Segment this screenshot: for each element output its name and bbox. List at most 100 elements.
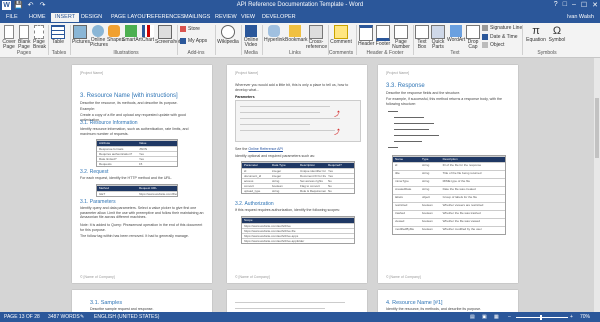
- web-layout-icon[interactable]: ▦: [494, 314, 499, 320]
- read-mode-icon[interactable]: ▤: [470, 314, 475, 320]
- parameters-screenshot: ⤴ ⤴: [235, 100, 361, 142]
- page-break-button[interactable]: Page Break: [33, 25, 46, 50]
- tab-home[interactable]: HOME: [25, 13, 50, 22]
- reference-link[interactable]: Online Reference API: [248, 147, 283, 151]
- tab-insert[interactable]: INSERT: [51, 13, 80, 22]
- table-row: modifiedByMe boolean Whether modified by t…: [393, 226, 505, 234]
- text-box-button[interactable]: Text Box: [415, 25, 429, 50]
- paragraph: The follow tag within has been removed. …: [80, 234, 189, 238]
- document-area[interactable]: [Project Name] 3. Resource Name [with in…: [0, 58, 594, 312]
- header-button[interactable]: Header: [358, 25, 374, 47]
- online-pictures-button[interactable]: Online Pictures: [90, 25, 108, 48]
- equation-icon: π: [532, 25, 540, 37]
- table-button[interactable]: Table: [51, 25, 65, 45]
- drop-cap-button[interactable]: Drop Cap: [466, 25, 480, 50]
- page[interactable]: 4. Resource Name [#1] Identify the resou…: [378, 290, 518, 312]
- page[interactable]: 3.1. Samples Describe sample request and…: [72, 290, 212, 312]
- cross-reference-button[interactable]: Cross-reference: [306, 25, 327, 50]
- pictures-button[interactable]: Pictures: [72, 25, 90, 45]
- zoom-level[interactable]: 70%: [580, 314, 590, 320]
- minimize-icon[interactable]: –: [572, 1, 576, 9]
- paragraph: Describe sample request and response.: [90, 307, 154, 311]
- arrow-icon: ⤴: [334, 112, 341, 118]
- object-button[interactable]: Object: [482, 42, 504, 48]
- separator: [262, 25, 263, 55]
- equation-button[interactable]: π Equation: [526, 25, 546, 43]
- zoom-slider[interactable]: [516, 317, 568, 318]
- zoom-slider-thumb[interactable]: [540, 315, 542, 320]
- heading: 3.1. Resource Information: [80, 120, 138, 126]
- table-row: document_id integer Document ID for the Yes: [242, 173, 354, 178]
- online-video-button[interactable]: Online Video: [243, 25, 259, 48]
- page-number-button[interactable]: Page Number: [392, 25, 410, 50]
- wordart-button[interactable]: WordArt: [447, 25, 465, 43]
- tab-file[interactable]: FILE: [2, 13, 22, 22]
- my-apps-button[interactable]: My Apps: [180, 38, 207, 44]
- online-pictures-icon: [92, 25, 104, 37]
- page-count[interactable]: PAGE 13 OF 28: [4, 314, 40, 320]
- cover-page-button[interactable]: Cover Page: [2, 25, 16, 50]
- table-header-row: Parameter Data Type Description Required?: [242, 162, 354, 168]
- tab-developer[interactable]: DEVELOPER: [258, 13, 300, 22]
- comment-button[interactable]: Comment: [330, 25, 352, 45]
- object-icon: [482, 42, 488, 48]
- table-row: upload_type string Role & Requirement No: [242, 188, 354, 193]
- table-row: Rate limited? Yes: [97, 156, 177, 161]
- cross-reference-icon: [309, 25, 323, 39]
- text-box-icon: [415, 25, 429, 39]
- table-header-row: Attribute Value: [97, 140, 177, 146]
- zoom-out-icon[interactable]: –: [508, 314, 511, 320]
- store-icon: [180, 26, 186, 32]
- smartart-button[interactable]: SmartArt: [122, 25, 142, 43]
- paragraph: For each request, identify the HTTP meth…: [80, 176, 173, 180]
- help-icon[interactable]: ?: [554, 1, 558, 9]
- page[interactable]: [Project Name] Wherever you would add a …: [227, 65, 367, 283]
- blank-page-button[interactable]: Blank Page: [18, 25, 31, 50]
- zoom-in-icon[interactable]: +: [570, 314, 573, 320]
- proofing-icon[interactable]: ✎: [80, 314, 84, 320]
- tab-view[interactable]: VIEW: [237, 13, 259, 22]
- group-symbols: Symbols: [537, 50, 557, 56]
- wikipedia-button[interactable]: Wikipedia: [217, 25, 239, 45]
- tab-design[interactable]: DESIGN: [77, 13, 106, 22]
- maximize-icon[interactable]: ☐: [581, 1, 587, 9]
- scrollbar-thumb[interactable]: [595, 98, 599, 158]
- table-row: https://www.website.com/auth/drive.file: [242, 228, 354, 233]
- bookmark-button[interactable]: Bookmark: [285, 25, 308, 43]
- chart-button[interactable]: Chart: [141, 25, 155, 43]
- smartart-icon: [125, 25, 137, 37]
- user-name[interactable]: Ivan Walsh: [567, 14, 594, 20]
- quick-parts-button[interactable]: Quick Parts: [430, 25, 446, 50]
- symbol-button[interactable]: Ω Symbol: [548, 25, 566, 43]
- word-count[interactable]: 3487 WORDS: [48, 314, 80, 320]
- table-row: mimeType string MIME type of the file: [393, 178, 505, 186]
- paragraph: For example, if successful, this method …: [386, 97, 502, 106]
- close-icon[interactable]: ✕: [592, 1, 598, 9]
- heading: 3.1. Samples: [90, 300, 123, 306]
- screenshot-button[interactable]: Screenshot: [155, 25, 180, 45]
- page[interactable]: [Project Name] 3.3. Response Describe th…: [378, 65, 518, 283]
- heading: 3. Resource Name [with instructions]: [80, 93, 178, 99]
- table-row: Requests 15: [97, 161, 177, 166]
- paragraph: If this request requires authorization, …: [235, 208, 340, 212]
- ribbon-display-icon[interactable]: □: [563, 1, 567, 9]
- print-layout-icon[interactable]: ▣: [482, 314, 487, 320]
- tab-mailings[interactable]: MAILINGS: [180, 13, 214, 22]
- paragraph: Identify the resource, its methods, and …: [386, 307, 482, 311]
- signature-line-button[interactable]: Signature Line: [482, 25, 522, 31]
- page[interactable]: [227, 290, 367, 312]
- footer-button[interactable]: Footer: [375, 25, 391, 47]
- shapes-button[interactable]: Shapes: [107, 25, 124, 43]
- date-time-icon: [482, 34, 488, 40]
- quick-parts-icon: [431, 25, 445, 39]
- store-button[interactable]: Store: [180, 26, 200, 32]
- table-row: restricted boolean Whether viewers are res…: [393, 202, 505, 210]
- vertical-scrollbar[interactable]: [594, 58, 600, 312]
- hyperlink-button[interactable]: Hyperlink: [264, 25, 285, 43]
- table-row: https://www.website.com/auth/drive.appfo…: [242, 238, 354, 243]
- page[interactable]: [Project Name] 3. Resource Name [with in…: [72, 65, 212, 283]
- group-pages: Pages: [16, 50, 32, 56]
- language[interactable]: ENGLISH (UNITED STATES): [94, 314, 159, 320]
- date-time-button[interactable]: Date & Time: [482, 34, 518, 40]
- paragraph: Identify resource information, such as a…: [80, 127, 189, 136]
